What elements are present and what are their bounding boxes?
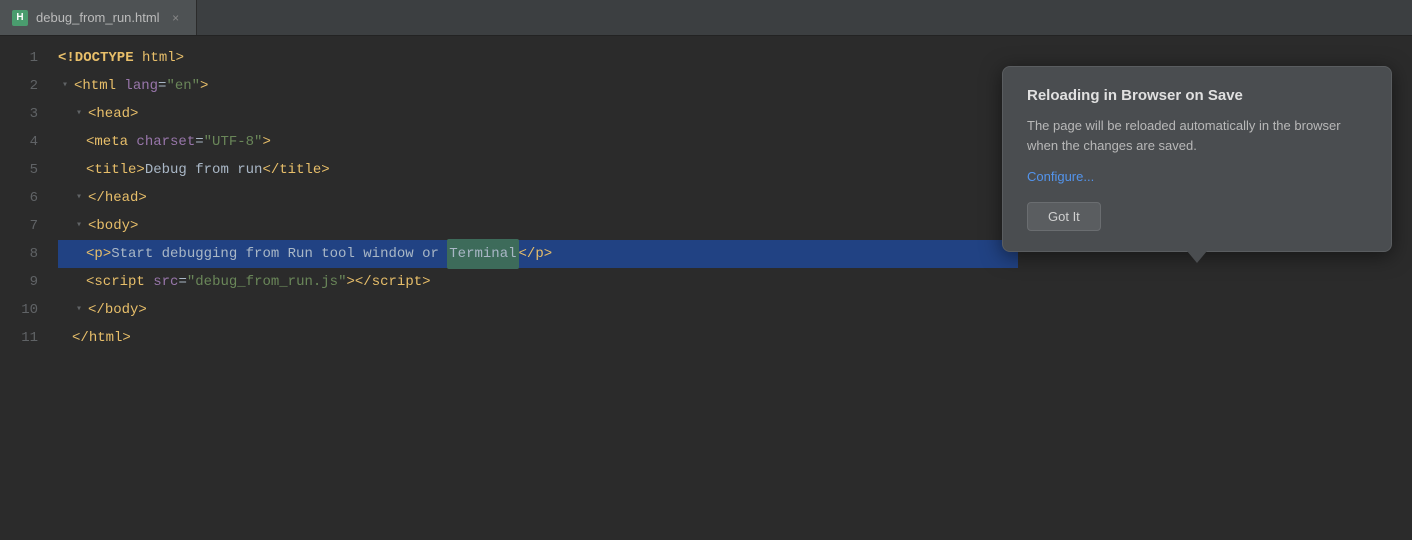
fold-icon-10[interactable]: ▾ [72,303,86,317]
tooltip-title: Reloading in Browser on Save [1027,87,1367,104]
configure-link[interactable]: Configure... [1027,169,1367,184]
tab-bar: H debug_from_run.html × [0,0,1412,36]
tab-filename: debug_from_run.html [36,10,160,25]
fold-icon-6[interactable]: ▾ [72,191,86,205]
fold-icon-7[interactable]: ▾ [72,219,86,233]
code-line-10: ▾ </body> [58,296,1412,324]
doctype-keyword: <!DOCTYPE [58,44,134,72]
tab-debug-from-run[interactable]: H debug_from_run.html × [0,0,197,35]
tab-close-button[interactable]: × [168,10,184,26]
tooltip-popup: Reloading in Browser on Save The page wi… [1002,66,1392,252]
fold-icon-3[interactable]: ▾ [72,107,86,121]
line-numbers: 1 2 3 4 5 6 7 8 9 10 11 [0,36,50,540]
got-it-button[interactable]: Got It [1027,202,1101,231]
code-line-9: <script src="debug_from_run.js" ></scrip… [58,268,1412,296]
html-file-icon: H [12,10,28,26]
editor-area: 1 2 3 4 5 6 7 8 9 10 11 <!DOCTYPE html> … [0,36,1412,540]
tooltip-body: The page will be reloaded automatically … [1027,116,1367,155]
code-line-11: </html> [58,324,1412,352]
fold-icon-2[interactable]: ▾ [58,79,72,93]
code-line-8: <p> Start debugging from Run tool window… [58,240,1018,268]
doctype-html: html> [142,44,184,72]
